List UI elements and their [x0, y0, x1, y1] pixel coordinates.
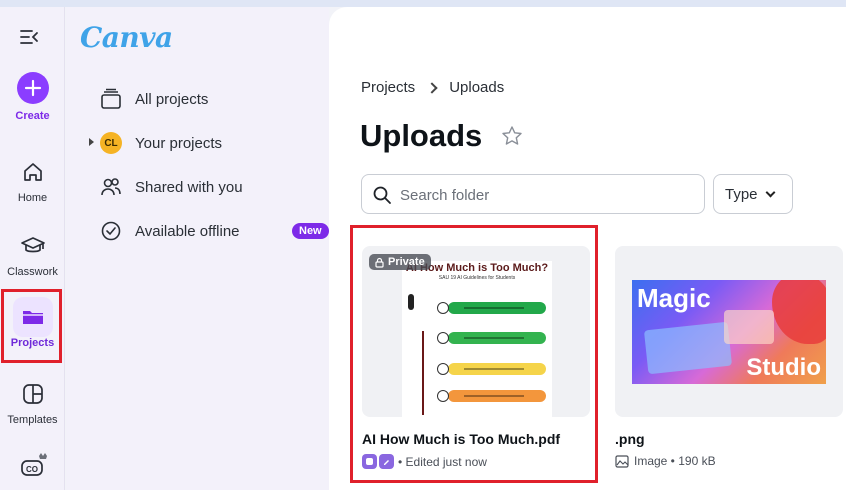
breadcrumb: Projects Uploads — [361, 79, 504, 96]
file-type-size: Image • 190 kB — [634, 454, 716, 468]
image-word-magic: Magic — [637, 283, 711, 313]
avatar: CL — [100, 132, 122, 154]
pdf-preview: AI How Much is Too Much? SAU 19 AI Guide… — [402, 261, 552, 417]
file-name[interactable]: AI How Much is Too Much.pdf — [362, 431, 590, 447]
decor-panel — [643, 321, 733, 375]
rail-item-classwork[interactable]: Classwork — [0, 226, 65, 278]
app-icon — [362, 454, 377, 469]
chevron-right-icon — [426, 81, 438, 94]
guideline-bar — [448, 363, 546, 375]
scale-arrow — [422, 331, 424, 415]
search-box — [361, 174, 705, 214]
guideline-dot — [437, 332, 449, 344]
rail-item-home[interactable]: Home — [0, 152, 65, 204]
rail-label-templates: Templates — [7, 414, 58, 426]
file-meta: • Edited just now — [362, 454, 590, 469]
templates-icon — [13, 374, 53, 414]
rail-label-home: Home — [17, 192, 48, 204]
page-title: Uploads — [360, 118, 483, 153]
lock-icon — [375, 257, 384, 268]
breadcrumb-uploads: Uploads — [449, 79, 505, 96]
create-label: Create — [15, 110, 50, 122]
file-name[interactable]: .png — [615, 431, 843, 447]
nav-your-projects-label: Your projects — [135, 134, 222, 152]
type-filter-label: Type — [725, 185, 758, 203]
guideline-dot — [437, 363, 449, 375]
file-card-pdf[interactable]: AI How Much is Too Much? SAU 19 AI Guide… — [362, 246, 590, 469]
file-card-png[interactable]: Magic Studio .png Image • 190 kB — [615, 246, 843, 468]
decor-blob — [772, 280, 826, 344]
private-label: Private — [388, 256, 425, 268]
home-icon — [13, 152, 53, 192]
collapse-menu-icon[interactable] — [17, 25, 41, 49]
nav-available-offline[interactable]: Available offline New — [90, 216, 329, 246]
breadcrumb-projects[interactable]: Projects — [361, 79, 415, 96]
browser-top-strip — [0, 0, 846, 7]
left-rail: Create Home Classwork Projects Templates… — [0, 7, 65, 490]
nav-all-projects[interactable]: All projects — [90, 84, 208, 114]
file-thumbnail[interactable]: AI How Much is Too Much? SAU 19 AI Guide… — [362, 246, 590, 417]
guideline-bar — [448, 390, 546, 402]
nav-shared-label: Shared with you — [135, 178, 243, 196]
guideline-bar — [448, 332, 546, 344]
rail-item-pro[interactable]: CO — [0, 444, 65, 484]
file-meta: Image • 190 kB — [615, 454, 843, 468]
search-input[interactable] — [400, 184, 690, 206]
image-icon — [615, 454, 629, 468]
new-badge: New — [292, 223, 329, 239]
guideline-dot — [437, 390, 449, 402]
create-button[interactable]: Create — [0, 72, 65, 122]
preview-subtitle: SAU 19 AI Guidelines for Students — [438, 275, 516, 281]
person-figure — [408, 294, 414, 310]
rail-label-classwork: Classwork — [7, 266, 58, 278]
nav-offline-label: Available offline — [135, 222, 240, 240]
projects-panel: Canva All projects CL Your projects Shar… — [66, 7, 329, 490]
main-content: Projects Uploads Uploads Type AI How Muc… — [329, 7, 846, 490]
crown-briefcase-icon: CO — [13, 444, 53, 484]
private-badge: Private — [369, 254, 431, 270]
file-edited-status: • Edited just now — [398, 454, 487, 469]
file-thumbnail[interactable]: Magic Studio — [615, 246, 843, 417]
plus-icon — [16, 72, 49, 104]
nav-your-projects[interactable]: CL Your projects — [89, 128, 222, 158]
type-filter-dropdown[interactable]: Type — [713, 174, 793, 214]
people-icon — [100, 176, 122, 198]
search-icon — [372, 185, 392, 210]
canva-logo[interactable]: Canva — [80, 21, 173, 54]
expand-caret-icon[interactable] — [89, 138, 94, 146]
nav-shared-with-you[interactable]: Shared with you — [90, 172, 243, 202]
guideline-dot — [437, 302, 449, 314]
decor-panel — [724, 310, 774, 344]
chevron-down-icon — [765, 187, 775, 197]
projects-highlight-box — [1, 289, 62, 363]
nav-all-projects-label: All projects — [135, 90, 209, 108]
star-icon[interactable] — [501, 125, 523, 152]
stacked-folder-icon — [100, 88, 122, 110]
check-circle-icon — [100, 220, 122, 242]
image-word-studio: Studio — [746, 354, 821, 381]
magic-studio-image: Magic Studio — [632, 280, 826, 384]
guideline-bar — [448, 302, 546, 314]
graduation-cap-icon — [13, 226, 53, 266]
edit-icon — [379, 454, 394, 469]
rail-item-templates[interactable]: Templates — [0, 374, 65, 426]
svg-text:CO: CO — [26, 465, 38, 474]
